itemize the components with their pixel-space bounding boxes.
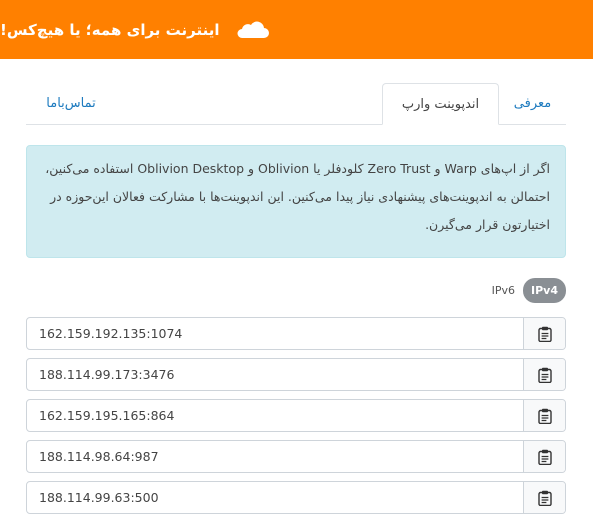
page-title: اینترنت برای همه؛ یا هیچ‌کس! — [0, 20, 220, 39]
tab-contact[interactable]: تماس‌باما — [26, 83, 116, 124]
ipv4-option[interactable]: IPv4 — [523, 278, 566, 303]
endpoint-row: 188.114.99.63:500 — [26, 481, 566, 514]
copy-button[interactable] — [523, 400, 565, 431]
tab-warp-endpoint[interactable]: اندپوینت وارپ — [382, 83, 499, 125]
endpoint-row: 188.114.99.173:3476 — [26, 358, 566, 391]
endpoint-row: 162.159.192.135:1074 — [26, 317, 566, 350]
endpoint-row: 162.159.195.165:864 — [26, 399, 566, 432]
endpoint-row: 188.114.98.64:987 — [26, 440, 566, 473]
clipboard-icon — [537, 490, 552, 506]
endpoint-value[interactable]: 162.159.195.165:864 — [27, 400, 523, 431]
app-header: اینترنت برای همه؛ یا هیچ‌کس! — [0, 0, 593, 59]
ip-version-toggle: IPv4 IPv6 — [484, 278, 566, 303]
clipboard-icon — [537, 326, 552, 342]
endpoint-value[interactable]: 188.114.99.63:500 — [27, 482, 523, 513]
endpoint-value[interactable]: 162.159.192.135:1074 — [27, 318, 523, 349]
tab-bar: معرفی اندپوینت وارپ تماس‌باما — [26, 83, 566, 125]
copy-button[interactable] — [523, 318, 565, 349]
ipv6-option[interactable]: IPv6 — [484, 284, 523, 297]
clipboard-icon — [537, 408, 552, 424]
copy-button[interactable] — [523, 359, 565, 390]
endpoint-value[interactable]: 188.114.98.64:987 — [27, 441, 523, 472]
clipboard-icon — [537, 449, 552, 465]
endpoint-list: 162.159.192.135:1074 188.114.99.173:3476… — [26, 317, 566, 520]
info-alert: اگر از اپ‌های Warp و Zero Trust کلودفلر … — [26, 145, 566, 258]
cloud-icon — [234, 19, 270, 41]
copy-button[interactable] — [523, 482, 565, 513]
copy-button[interactable] — [523, 441, 565, 472]
endpoint-value[interactable]: 188.114.99.173:3476 — [27, 359, 523, 390]
clipboard-icon — [537, 367, 552, 383]
tab-intro[interactable]: معرفی — [499, 83, 566, 124]
